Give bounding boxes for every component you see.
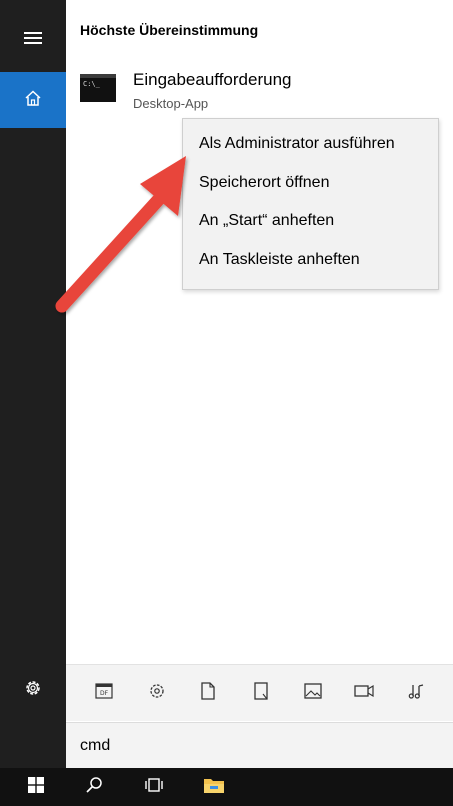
filter-settings-button[interactable] [143, 679, 171, 707]
apps-icon: DF [95, 682, 113, 704]
home-icon [24, 89, 42, 112]
documents-icon [200, 681, 216, 705]
search-box[interactable]: cmd [66, 722, 453, 769]
home-button[interactable] [0, 72, 66, 128]
result-subtitle: Desktop-App [133, 96, 209, 111]
windows-start-icon [28, 776, 44, 798]
file-explorer-button[interactable] [194, 768, 234, 806]
best-match-heading: Höchste Übereinstimmung [80, 22, 259, 38]
menu-item-run-as-administrator[interactable]: Als Administrator ausführen [199, 135, 395, 153]
command-prompt-icon-text: C:\_ [83, 80, 100, 88]
hamburger-menu-button[interactable] [0, 12, 66, 68]
videos-icon [354, 684, 374, 703]
settings-gear-icon [23, 678, 43, 703]
filter-folders-button[interactable] [247, 679, 275, 707]
start-button[interactable] [16, 768, 56, 806]
context-menu: Als Administrator ausführen Speicherort … [182, 118, 439, 290]
music-icon [407, 682, 425, 705]
hamburger-menu-icon [24, 31, 42, 50]
filter-apps-button[interactable]: DF [90, 679, 118, 707]
search-button[interactable] [74, 768, 114, 806]
settings-button[interactable] [0, 662, 66, 718]
filter-photos-button[interactable] [299, 679, 327, 707]
search-input[interactable]: cmd [80, 737, 110, 755]
menu-item-pin-to-taskbar[interactable]: An Taskleiste anheften [199, 251, 360, 269]
photos-icon [304, 682, 322, 704]
filter-documents-button[interactable] [194, 679, 222, 707]
filter-music-button[interactable] [402, 679, 430, 707]
task-view-button[interactable] [134, 768, 174, 806]
menu-item-open-file-location[interactable]: Speicherort öffnen [199, 174, 329, 192]
filter-videos-button[interactable] [350, 679, 378, 707]
svg-text:DF: DF [100, 690, 109, 697]
search-results-panel: Höchste Übereinstimmung C:\_ Eingabeauff… [66, 0, 453, 768]
folders-icon [253, 681, 269, 705]
task-view-icon [143, 777, 165, 798]
menu-item-pin-to-start[interactable]: An „Start“ anheften [199, 212, 334, 230]
settings-icon [148, 682, 166, 705]
file-explorer-icon [203, 776, 225, 799]
taskbar [0, 768, 453, 806]
search-filter-bar: DF [66, 664, 453, 721]
result-item-command-prompt[interactable]: C:\_ Eingabeaufforderung Desktop-App [66, 60, 453, 122]
windows-start-search-screen: Höchste Übereinstimmung C:\_ Eingabeauff… [0, 0, 453, 806]
start-left-rail [0, 0, 66, 768]
command-prompt-icon: C:\_ [80, 74, 116, 102]
result-name: Eingabeaufforderung [133, 70, 292, 89]
search-icon [85, 776, 103, 799]
